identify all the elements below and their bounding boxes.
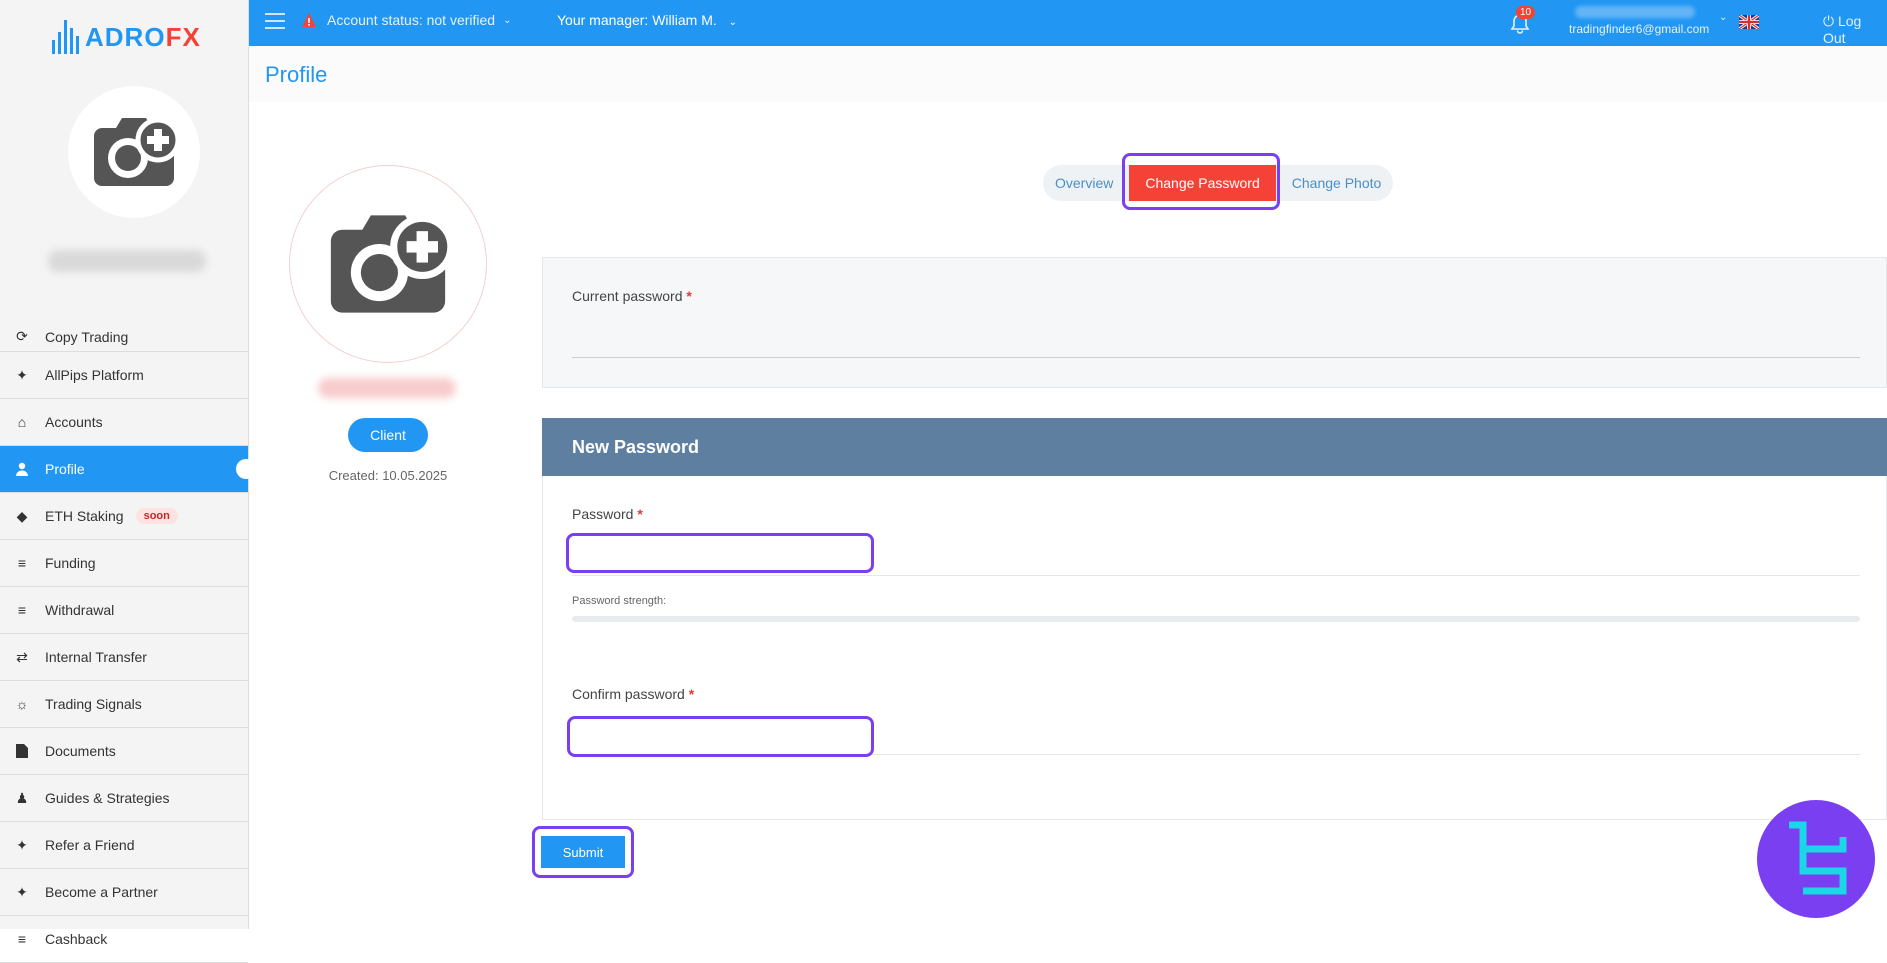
- sidebar-item-label: Documents: [45, 743, 116, 759]
- sidebar-item-cashback[interactable]: ≡ Cashback: [0, 916, 248, 963]
- sidebar-item-label: Become a Partner: [45, 884, 158, 900]
- password-strength-bar: [572, 616, 1860, 622]
- sidebar-menu: ⟳ Copy Trading ✦ AllPips Platform ⌂ Acco…: [0, 318, 256, 963]
- sidebar-avatar[interactable]: [68, 86, 200, 218]
- required-mark: *: [637, 506, 643, 522]
- user-name-redacted: [1575, 6, 1695, 18]
- current-password-label: Current password *: [572, 288, 692, 304]
- funding-icon: ≡: [17, 555, 27, 571]
- warning-icon: [302, 13, 316, 27]
- sidebar-item-label: Funding: [45, 555, 96, 571]
- sidebar-item-copy-trading[interactable]: ⟳ Copy Trading: [0, 318, 248, 352]
- adrofx-logo[interactable]: ADROFX: [52, 12, 201, 62]
- chevron-down-icon: ⌄: [503, 14, 512, 26]
- confirm-password-input-highlight: [567, 716, 874, 757]
- account-status-text: Account status: not verified: [327, 12, 496, 28]
- sidebar-item-label: Cashback: [45, 931, 108, 947]
- sidebar-item-allpips-platform[interactable]: ✦ AllPips Platform: [0, 352, 248, 399]
- sidebar-item-profile[interactable]: Profile: [0, 446, 256, 493]
- required-mark: *: [688, 686, 695, 702]
- password-strength-label: Password strength:: [572, 595, 667, 607]
- logo-bars-icon: [52, 20, 79, 54]
- top-bar: Account status: not verified ⌄ Your mana…: [249, 0, 1887, 46]
- sidebar-item-trading-signals[interactable]: ☼ Trading Signals: [0, 681, 248, 728]
- logout-button[interactable]: ⏻ Log Out: [1823, 13, 1887, 46]
- page-title: Profile: [265, 62, 328, 87]
- sidebar-item-withdrawal[interactable]: ≡ Withdrawal: [0, 587, 248, 634]
- sidebar-item-refer-a-friend[interactable]: ✦ Refer a Friend: [0, 822, 248, 869]
- chevron-down-icon: ⌄: [728, 17, 738, 28]
- password-input-highlight: [566, 533, 874, 573]
- profile-name-redacted: [318, 378, 456, 398]
- transfer-icon: ⇄: [16, 648, 28, 665]
- current-password-panel: [542, 257, 1887, 388]
- sidebar: ADROFX ⟳ Copy Trading ✦ AllPips Platform…: [0, 0, 256, 963]
- password-label: Password *: [572, 506, 643, 522]
- camera-plus-icon: [94, 117, 180, 186]
- platform-icon: ✦: [16, 366, 28, 383]
- soon-badge: soon: [135, 508, 178, 524]
- required-mark: *: [686, 288, 692, 304]
- sidebar-item-accounts[interactable]: ⌂ Accounts: [0, 399, 248, 446]
- submit-button-highlight: [532, 826, 634, 878]
- user-icon: [13, 460, 31, 478]
- copy-trading-icon: ⟳: [16, 327, 28, 344]
- signals-icon: ☼: [15, 696, 29, 712]
- user-email[interactable]: tradingfinder6@gmail.com: [1569, 22, 1709, 36]
- sidebar-user-name-redacted: [48, 250, 206, 272]
- sidebar-item-funding[interactable]: ≡ Funding: [0, 540, 248, 587]
- sidebar-item-label: Refer a Friend: [45, 837, 135, 853]
- chevron-down-icon[interactable]: ⌄: [1719, 12, 1727, 23]
- guides-icon: ♟: [15, 789, 29, 806]
- account-status-dropdown[interactable]: Account status: not verified ⌄: [301, 12, 511, 28]
- sidebar-item-label: Internal Transfer: [45, 649, 147, 665]
- camera-plus-icon: [330, 214, 454, 313]
- confirm-password-label: Confirm password *: [572, 686, 695, 702]
- sidebar-item-internal-transfer[interactable]: ⇄ Internal Transfer: [0, 634, 248, 681]
- password-underline: [572, 575, 1860, 576]
- sidebar-item-guides-strategies[interactable]: ♟ Guides & Strategies: [0, 775, 248, 822]
- home-icon: ⌂: [17, 414, 27, 430]
- sidebar-item-label: ETH Staking: [45, 508, 124, 524]
- partner-icon: ✦: [16, 883, 28, 900]
- created-date: Created: 10.05.2025: [328, 468, 448, 483]
- hamburger-menu-icon[interactable]: [265, 13, 285, 34]
- logo-text-left: ADRO: [85, 21, 166, 52]
- manager-text: Your manager: William M.: [557, 12, 717, 28]
- sidebar-item-label: Withdrawal: [45, 602, 115, 618]
- sidebar-item-label: Trading Signals: [45, 696, 142, 712]
- title-strip: [249, 46, 1887, 102]
- new-password-heading: New Password: [542, 418, 1887, 476]
- tab-overview[interactable]: Overview: [1043, 165, 1125, 201]
- sidebar-item-label: Accounts: [45, 414, 103, 430]
- cashback-icon: ≡: [17, 931, 27, 947]
- sidebar-item-label: Guides & Strategies: [45, 790, 170, 806]
- sidebar-item-label: Copy Trading: [45, 329, 129, 345]
- withdrawal-icon: ≡: [17, 602, 27, 618]
- sidebar-item-label: AllPips Platform: [45, 367, 144, 383]
- tradingfinder-watermark-logo: [1757, 800, 1875, 918]
- tab-change-photo[interactable]: Change Photo: [1280, 165, 1394, 201]
- uk-flag-icon[interactable]: [1739, 15, 1759, 29]
- sidebar-item-documents[interactable]: Documents: [0, 728, 248, 775]
- manager-dropdown[interactable]: Your manager: William M. ⌄: [557, 12, 737, 28]
- refer-icon: ✦: [16, 836, 28, 853]
- profile-avatar[interactable]: [289, 165, 487, 363]
- document-icon: [13, 742, 31, 760]
- sidebar-item-eth-staking[interactable]: ◆ ETH Staking soon: [0, 493, 248, 540]
- current-password-field[interactable]: [572, 357, 1860, 358]
- notification-count-badge: 10: [1516, 6, 1536, 19]
- sidebar-item-label: Profile: [45, 461, 85, 477]
- change-password-tab-highlight: [1122, 153, 1280, 210]
- power-icon: ⏻: [1823, 13, 1835, 29]
- logo-text-right: FX: [165, 21, 201, 52]
- tf-logo-icon: [1789, 821, 1847, 895]
- client-role-button[interactable]: Client: [348, 418, 428, 452]
- sidebar-item-become-a-partner[interactable]: ✦ Become a Partner: [0, 869, 248, 916]
- ethereum-icon: ◆: [16, 507, 28, 524]
